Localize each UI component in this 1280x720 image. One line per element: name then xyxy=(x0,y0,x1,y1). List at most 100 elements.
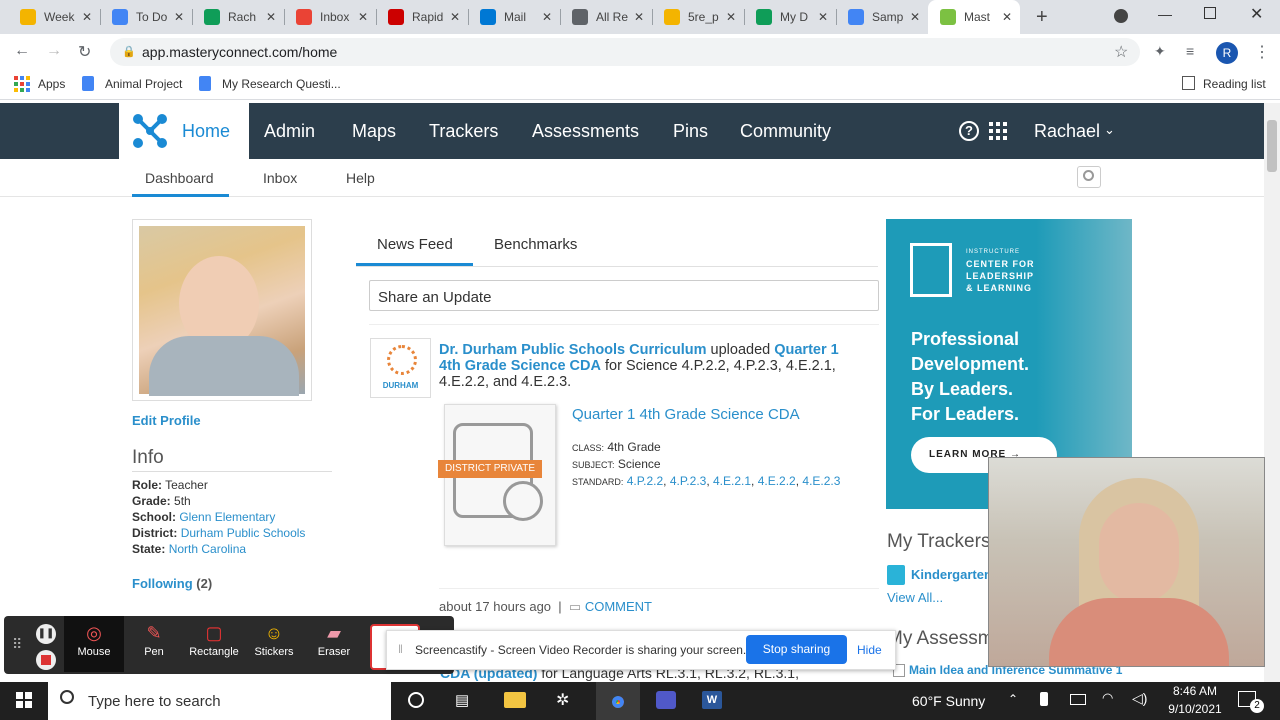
reading-list[interactable]: Reading list xyxy=(1203,77,1266,91)
browser-tab[interactable]: Mast ✕ xyxy=(928,0,1020,34)
browser-tab[interactable]: Rach ✕ xyxy=(192,0,284,34)
new-tab-button[interactable]: + xyxy=(1036,6,1048,29)
nav-trackers[interactable]: Trackers xyxy=(429,121,498,142)
close-icon[interactable]: ✕ xyxy=(174,10,184,24)
tool-eraser[interactable]: ▰ Eraser xyxy=(304,616,364,672)
menu-icon[interactable]: ⋮ xyxy=(1254,42,1270,62)
page-scrollbar[interactable] xyxy=(1264,103,1280,682)
battery-icon[interactable] xyxy=(1070,694,1086,705)
task-view-icon[interactable]: ▤ xyxy=(455,691,469,709)
browser-tab[interactable]: My D ✕ xyxy=(744,0,836,34)
browser-tab[interactable]: To Do ✕ xyxy=(100,0,192,34)
edit-profile-link[interactable]: Edit Profile xyxy=(132,413,201,428)
bookmark-star-icon[interactable]: ☆ xyxy=(1114,42,1128,62)
view-all-link[interactable]: View All... xyxy=(887,590,943,605)
nav-home-label[interactable]: Home xyxy=(182,121,230,142)
close-icon[interactable]: ✕ xyxy=(634,10,644,24)
share-app-icon[interactable]: ✲ xyxy=(556,690,569,710)
nav-assessments[interactable]: Assessments xyxy=(532,121,639,142)
standard-link[interactable]: 4.E.2.3 xyxy=(802,474,840,488)
scrollbar-thumb[interactable] xyxy=(1267,120,1277,172)
bookmark-research[interactable]: My Research Questi... xyxy=(222,77,341,91)
tab-help[interactable]: Help xyxy=(346,170,375,186)
reload-icon[interactable]: ↻ xyxy=(78,42,91,62)
close-icon[interactable]: ✕ xyxy=(542,10,552,24)
tool-stickers[interactable]: ☺ Stickers xyxy=(244,616,304,672)
volume-icon[interactable]: ◁) xyxy=(1132,690,1147,707)
tool-mouse[interactable]: ◎ Mouse xyxy=(64,616,124,672)
tool-pen[interactable]: ✎ Pen xyxy=(124,616,184,672)
browser-tab[interactable]: Inbox ✕ xyxy=(284,0,376,34)
standard-link[interactable]: 4.E.2.2 xyxy=(758,474,796,488)
tab-search-icon[interactable] xyxy=(1114,9,1128,23)
cortana-icon[interactable] xyxy=(408,692,424,708)
close-icon[interactable]: ✕ xyxy=(266,10,276,24)
tray-chevron-icon[interactable]: ⌃ xyxy=(1008,692,1018,706)
standard-link[interactable]: 4.E.2.1 xyxy=(713,474,751,488)
bookmark-apps[interactable]: Apps xyxy=(38,77,65,91)
clock-time[interactable]: 8:46 AM xyxy=(1168,684,1222,698)
taskbar-search-placeholder[interactable]: Type here to search xyxy=(88,693,221,710)
post-author-link[interactable]: Dr. Durham Public Schools Curriculum xyxy=(439,342,707,358)
close-icon[interactable]: ✕ xyxy=(450,10,460,24)
chrome-taskbar-button[interactable] xyxy=(596,682,640,720)
nav-maps[interactable]: Maps xyxy=(352,121,396,142)
nav-community[interactable]: Community xyxy=(740,121,831,142)
minimize-icon[interactable]: — xyxy=(1158,6,1172,22)
browser-tab[interactable]: Samp ✕ xyxy=(836,0,928,34)
extensions-icon[interactable]: ✦ xyxy=(1154,43,1166,60)
url-text[interactable]: app.masteryconnect.com/home xyxy=(142,44,337,60)
windows-start-icon[interactable] xyxy=(16,692,32,708)
profile-avatar[interactable]: R xyxy=(1216,42,1238,64)
apps-grid-icon[interactable] xyxy=(989,122,1007,140)
window-close-icon[interactable]: ✕ xyxy=(1250,4,1263,24)
close-icon[interactable]: ✕ xyxy=(1002,10,1012,24)
user-menu[interactable]: Rachael xyxy=(1034,121,1100,142)
post-item-link[interactable]: 4th Grade Science CDA xyxy=(439,358,601,374)
hide-button[interactable]: Hide xyxy=(857,643,882,657)
share-update-input[interactable]: Share an Update xyxy=(369,280,879,311)
drag-handle-icon[interactable]: ⠿ xyxy=(12,636,22,653)
file-explorer-icon[interactable] xyxy=(504,692,526,708)
tab-dashboard[interactable]: Dashboard xyxy=(145,170,214,186)
stop-sharing-button[interactable]: Stop sharing xyxy=(746,635,847,664)
browser-tab[interactable]: All Re ✕ xyxy=(560,0,652,34)
close-icon[interactable]: ✕ xyxy=(910,10,920,24)
standard-link[interactable]: 4.P.2.3 xyxy=(670,474,706,488)
word-icon[interactable]: W xyxy=(702,691,722,709)
following-link[interactable]: Following xyxy=(132,576,193,591)
usb-icon[interactable] xyxy=(1040,692,1048,706)
tab-news-feed[interactable]: News Feed xyxy=(377,236,453,253)
wifi-icon[interactable]: ◠ xyxy=(1102,690,1113,706)
tracker-kindergarten-link[interactable]: Kindergarten xyxy=(911,567,992,582)
school-link[interactable]: Glenn Elementary xyxy=(179,510,275,524)
stop-recording-button[interactable] xyxy=(36,650,56,670)
help-icon[interactable]: ? xyxy=(959,121,979,141)
nav-pins[interactable]: Pins xyxy=(673,121,708,142)
browser-tab[interactable]: Rapid ✕ xyxy=(376,0,468,34)
nav-admin[interactable]: Admin xyxy=(264,121,315,142)
following-row[interactable]: Following (2) xyxy=(132,576,212,591)
comment-link[interactable]: COMMENT xyxy=(585,599,652,614)
media-icon[interactable]: ≡ xyxy=(1186,43,1194,59)
close-icon[interactable]: ✕ xyxy=(726,10,736,24)
district-link[interactable]: Durham Public Schools xyxy=(181,526,306,540)
close-icon[interactable]: ✕ xyxy=(82,10,92,24)
restore-icon[interactable] xyxy=(1204,7,1216,19)
post-item-link[interactable]: Quarter 1 xyxy=(774,342,838,358)
bookmark-animal-project[interactable]: Animal Project xyxy=(105,77,182,91)
browser-tab[interactable]: Week ✕ xyxy=(8,0,100,34)
forward-icon[interactable]: → xyxy=(46,42,62,60)
tool-rectangle[interactable]: ▢ Rectangle xyxy=(184,616,244,672)
close-icon[interactable]: ✕ xyxy=(818,10,828,24)
clock-date[interactable]: 9/10/2021 xyxy=(1164,702,1226,716)
tab-inbox[interactable]: Inbox xyxy=(263,170,297,186)
tab-benchmarks[interactable]: Benchmarks xyxy=(494,236,577,253)
browser-tab[interactable]: Mail ✕ xyxy=(468,0,560,34)
back-icon[interactable]: ← xyxy=(14,42,30,60)
state-link[interactable]: North Carolina xyxy=(169,542,246,556)
browser-tab[interactable]: 5re_p ✕ xyxy=(652,0,744,34)
close-icon[interactable]: ✕ xyxy=(358,10,368,24)
standard-link[interactable]: 4.P.2.2 xyxy=(627,474,663,488)
weather-widget[interactable]: 60°F Sunny xyxy=(912,693,985,709)
